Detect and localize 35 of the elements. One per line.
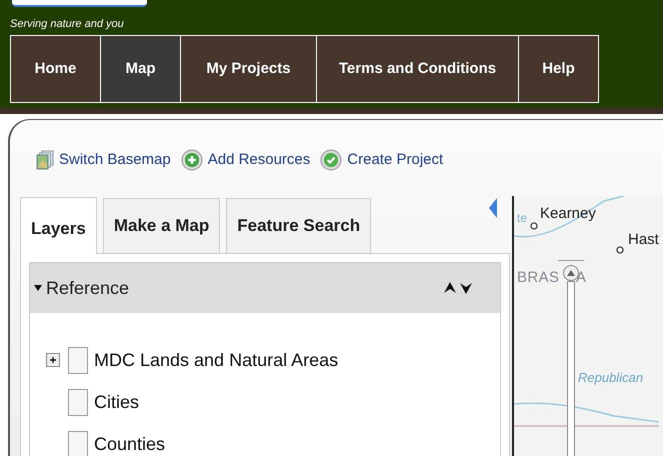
map-label: Republican [578,371,644,384]
check-circle-icon [320,149,342,171]
panel-tab[interactable]: Layers [20,197,97,254]
map-label: Hast [628,232,659,247]
sort-arrows-icon[interactable] [444,281,472,295]
plus-circle-icon [180,149,203,171]
toolbar-button[interactable]: Switch Basemap [36,148,171,172]
nav-link[interactable]: Help [519,36,598,102]
toolbar-button[interactable]: Create Project [320,148,444,172]
layer-checkbox[interactable] [68,388,88,416]
layer-label: Cities [94,390,140,414]
collapse-arrow-icon[interactable] [489,198,498,218]
layer-label: Counties [94,432,166,456]
up-triangle-icon [567,270,575,276]
panel-tab[interactable]: Make a Map [102,198,220,253]
site-tagline: Serving nature and you [10,19,125,30]
section-header[interactable]: Reference [30,263,500,313]
expand-plus-icon[interactable] [46,353,60,367]
map-label: Kearney [540,206,596,221]
toolbar-button[interactable]: Add Resources [180,148,310,172]
city-marker-icon [616,246,624,254]
section-title: Reference [46,276,130,300]
map-stack-icon [36,150,54,170]
nav-link[interactable]: My Projects [181,36,317,102]
nav-link[interactable]: Home [11,36,101,102]
layer-checkbox[interactable] [68,346,88,374]
city-marker-icon [530,222,538,230]
map-label: A [576,270,586,285]
layer-checkbox[interactable] [68,430,88,456]
map-label: te [517,212,528,224]
layer-label: MDC Lands and Natural Areas [94,348,338,372]
panel-tab[interactable]: Feature Search [226,198,372,253]
map-label: BRAS [517,270,560,285]
nav-link[interactable]: Map [101,36,181,102]
nav-link[interactable]: Terms and Conditions [317,36,519,102]
